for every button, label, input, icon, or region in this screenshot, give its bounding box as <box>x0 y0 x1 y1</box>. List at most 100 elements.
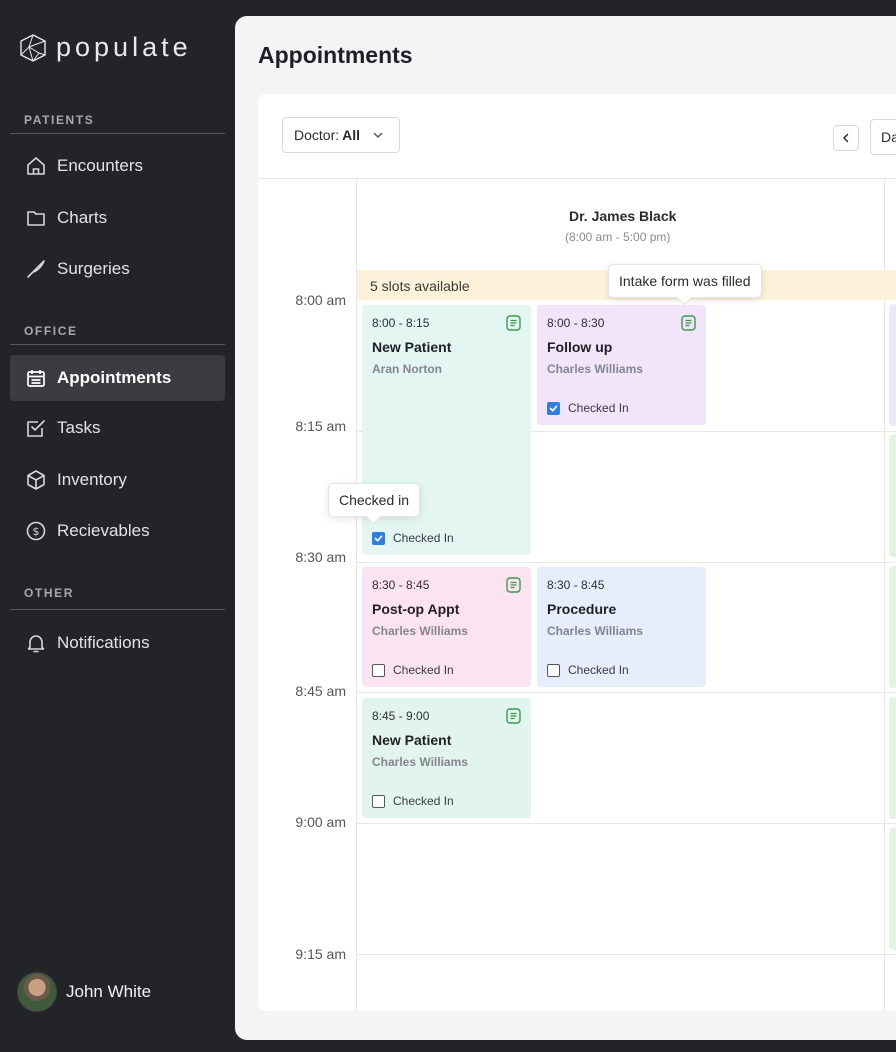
divider <box>10 609 225 610</box>
sidebar-item-encounters[interactable]: Encounters <box>10 143 225 189</box>
calendar-icon <box>24 366 48 390</box>
time-label: 8:00 am <box>295 292 346 308</box>
appointment-card[interactable]: 8:00 - 8:30 Follow up Charles Williams C… <box>537 305 706 425</box>
svg-text:$: $ <box>33 525 40 538</box>
checked-in-label: Checked In <box>393 794 454 808</box>
appointment-patient: Charles Williams <box>547 624 643 638</box>
section-label-office: OFFICE <box>24 324 78 338</box>
checked-in-label: Checked In <box>568 663 629 677</box>
sidebar-item-tasks[interactable]: Tasks <box>10 405 225 451</box>
sidebar-item-recievables[interactable]: $ Recievables <box>10 508 225 554</box>
section-label-other: OTHER <box>24 586 74 600</box>
bell-icon <box>24 631 48 655</box>
sidebar-item-appointments[interactable]: Appointments <box>10 355 225 401</box>
calendar-card: Doctor: All Da Dr. James Black (8:00 am … <box>258 94 896 1011</box>
form-icon[interactable] <box>681 315 696 336</box>
appointment-patient: Charles Williams <box>372 624 468 638</box>
sidebar-item-notifications[interactable]: Notifications <box>10 620 225 666</box>
divider <box>10 133 225 134</box>
previous-date-button[interactable] <box>833 125 859 151</box>
doctor-name: Dr. James Black <box>569 208 677 224</box>
page-title: Appointments <box>258 42 413 68</box>
user-name: John White <box>66 982 152 1001</box>
checked-in-label: Checked In <box>393 663 454 677</box>
scalpel-icon <box>24 257 48 281</box>
appointment-patient: Aran Norton <box>372 362 442 376</box>
appointment-card-partial[interactable] <box>889 828 896 950</box>
appointment-card[interactable]: 8:30 - 8:45 Post-op Appt Charles William… <box>362 567 531 687</box>
grid-line <box>357 692 896 693</box>
appointment-title: New Patient <box>372 732 452 748</box>
sidebar: populate PATIENTS Encounters Charts Surg… <box>0 0 235 1052</box>
form-icon[interactable] <box>506 315 521 336</box>
appointment-title: Post-op Appt <box>372 601 460 617</box>
time-label: 9:00 am <box>295 814 346 830</box>
user-profile[interactable]: John White <box>17 972 151 1012</box>
sidebar-item-label: Surgeries <box>57 259 130 278</box>
chevron-down-icon <box>372 129 384 141</box>
main-panel: Appointments Doctor: All Da Dr. James Bl… <box>235 16 896 1040</box>
appointment-card-partial[interactable] <box>889 697 896 819</box>
appointment-title: Procedure <box>547 601 617 617</box>
sidebar-item-label: Recievables <box>57 521 150 540</box>
checked-in-tooltip: Checked in <box>328 483 421 517</box>
doctor-filter-dropdown[interactable]: Doctor: All <box>282 117 400 153</box>
intake-form-tooltip: Intake form was filled <box>608 264 762 298</box>
logo[interactable]: populate <box>19 32 192 63</box>
dollar-icon: $ <box>24 519 48 543</box>
sidebar-item-surgeries[interactable]: Surgeries <box>10 246 225 292</box>
avatar <box>17 972 57 1012</box>
sidebar-item-label: Inventory <box>57 470 127 489</box>
sidebar-item-label: Encounters <box>57 156 143 175</box>
sidebar-item-label: Tasks <box>57 418 101 437</box>
sidebar-item-label: Appointments <box>57 368 172 387</box>
section-label-patients: PATIENTS <box>24 113 95 127</box>
sidebar-item-charts[interactable]: Charts <box>10 195 225 241</box>
sidebar-item-inventory[interactable]: Inventory <box>10 457 225 503</box>
form-icon[interactable] <box>506 708 521 729</box>
view-mode-button[interactable]: Da <box>870 119 896 155</box>
appointment-card[interactable]: 8:00 - 8:15 New Patient Aran Norton Chec… <box>362 305 531 555</box>
checkbox-icon <box>372 663 385 677</box>
appointment-card[interactable]: 8:30 - 8:45 Procedure Charles Williams C… <box>537 567 706 687</box>
checkbox-icon <box>372 531 385 545</box>
checked-in-checkbox[interactable]: Checked In <box>372 531 454 545</box>
divider <box>884 178 885 1011</box>
doctor-filter-value: All <box>342 127 361 143</box>
home-icon <box>24 154 48 178</box>
checked-in-checkbox[interactable]: Checked In <box>547 401 629 415</box>
form-icon[interactable] <box>506 577 521 598</box>
box-icon <box>24 468 48 492</box>
appointment-title: Follow up <box>547 339 613 355</box>
checkbox-icon <box>24 416 48 440</box>
divider <box>10 344 225 345</box>
doctor-filter-label: Doctor: <box>294 127 340 143</box>
folder-icon <box>24 206 48 230</box>
appointment-patient: Charles Williams <box>372 755 468 769</box>
checked-in-label: Checked In <box>393 531 454 545</box>
grid-line <box>357 823 896 824</box>
logo-icon <box>20 33 46 62</box>
appointment-card-partial[interactable] <box>889 566 896 688</box>
time-label: 8:30 am <box>295 549 346 565</box>
appointment-card-partial[interactable] <box>889 304 896 426</box>
sidebar-item-label: Notifications <box>57 633 150 652</box>
checkbox-icon <box>547 663 560 677</box>
time-label: 8:45 am <box>295 683 346 699</box>
logo-text: populate <box>56 32 192 62</box>
appointment-card-partial[interactable] <box>889 435 896 557</box>
chevron-left-icon <box>842 133 849 143</box>
checked-in-checkbox[interactable]: Checked In <box>372 794 454 808</box>
checked-in-checkbox[interactable]: Checked In <box>547 663 629 677</box>
checkbox-icon <box>372 794 385 808</box>
time-label: 8:15 am <box>295 418 346 434</box>
doctor-hours: (8:00 am - 5:00 pm) <box>565 230 671 244</box>
checked-in-label: Checked In <box>568 401 629 415</box>
checkbox-icon <box>547 401 560 415</box>
checked-in-checkbox[interactable]: Checked In <box>372 663 454 677</box>
time-label: 9:15 am <box>295 946 346 962</box>
appointment-card[interactable]: 8:45 - 9:00 New Patient Charles Williams… <box>362 698 531 818</box>
sidebar-item-label: Charts <box>57 208 108 227</box>
grid-line <box>357 954 896 955</box>
appointment-patient: Charles Williams <box>547 362 643 376</box>
